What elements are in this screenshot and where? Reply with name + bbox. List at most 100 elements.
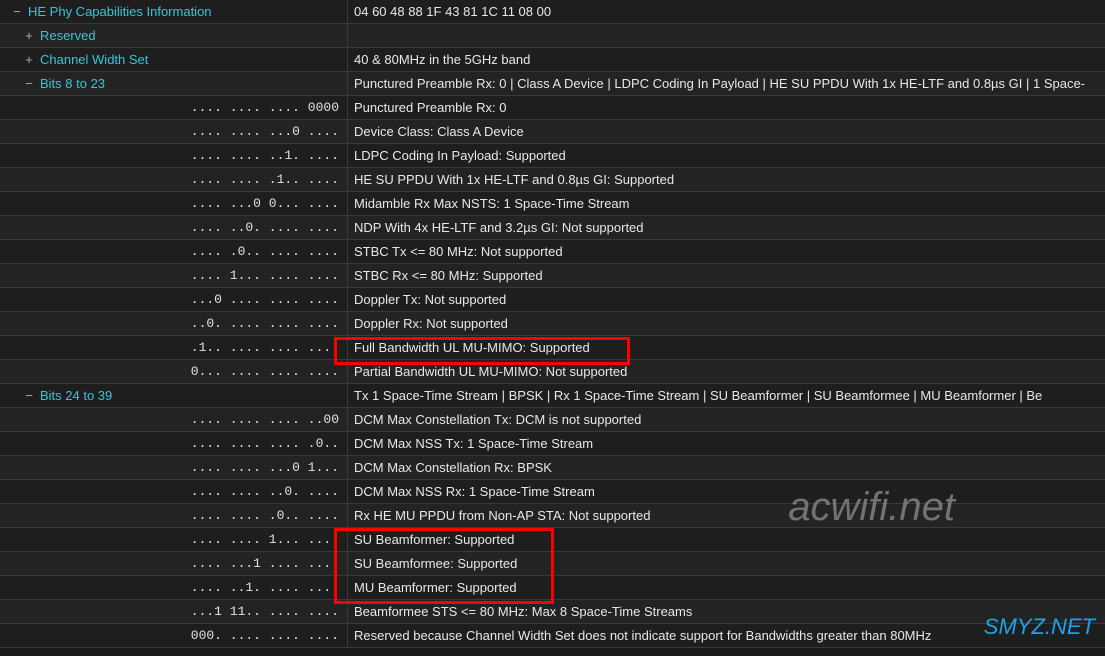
row-left-cell: −HE Phy Capabilities Information xyxy=(0,0,348,23)
bitmask-label: .1.. .... .... .... xyxy=(0,336,347,359)
field-value: Midamble Rx Max NSTS: 1 Space-Time Strea… xyxy=(348,192,1105,215)
field-value: Tx 1 Space-Time Stream | BPSK | Rx 1 Spa… xyxy=(348,384,1105,407)
row-left-cell: .... .... ..1. .... xyxy=(0,144,348,167)
tree-row[interactable]: ..0. .... .... ....Doppler Rx: Not suppo… xyxy=(0,312,1105,336)
bitmask-label: .... ...0 0... .... xyxy=(0,192,347,215)
row-left-cell: .... .... ...0 1... xyxy=(0,456,348,479)
field-value: Doppler Rx: Not supported xyxy=(348,312,1105,335)
bitmask-label: ...0 .... .... .... xyxy=(0,288,347,311)
field-value: DCM Max Constellation Rx: BPSK xyxy=(348,456,1105,479)
row-left-cell: .... .... .0.. .... xyxy=(0,504,348,527)
field-value: HE SU PPDU With 1x HE-LTF and 0.8µs GI: … xyxy=(348,168,1105,191)
row-left-cell: .... ..1. .... .... xyxy=(0,576,348,599)
tree-row[interactable]: .... .... 1... ....SU Beamformer: Suppor… xyxy=(0,528,1105,552)
tree-row[interactable]: ...1 11.. .... ....Beamformee STS <= 80 … xyxy=(0,600,1105,624)
field-value: Rx HE MU PPDU from Non-AP STA: Not suppo… xyxy=(348,504,1105,527)
tree-row[interactable]: .... .... .1.. ....HE SU PPDU With 1x HE… xyxy=(0,168,1105,192)
tree-row[interactable]: +Channel Width Set40 & 80MHz in the 5GHz… xyxy=(0,48,1105,72)
bitmask-label: .... .... .... 0000 xyxy=(0,96,347,119)
collapse-icon[interactable]: − xyxy=(22,384,36,407)
row-left-cell: .... .... .... .0.. xyxy=(0,432,348,455)
bitmask-label: .... ..1. .... .... xyxy=(0,576,347,599)
field-value: Full Bandwidth UL MU-MIMO: Supported xyxy=(348,336,1105,359)
tree-row[interactable]: +Reserved xyxy=(0,24,1105,48)
field-label: Bits 24 to 39 xyxy=(36,384,112,407)
field-value: SU Beamformer: Supported xyxy=(348,528,1105,551)
tree-row[interactable]: .1.. .... .... ....Full Bandwidth UL MU-… xyxy=(0,336,1105,360)
tree-row[interactable]: −HE Phy Capabilities Information04 60 48… xyxy=(0,0,1105,24)
bitmask-label: .... .... 1... .... xyxy=(0,528,347,551)
bitmask-label: ...1 11.. .... .... xyxy=(0,600,347,623)
bitmask-label: .... .... .... .0.. xyxy=(0,432,347,455)
row-left-cell: ..0. .... .... .... xyxy=(0,312,348,335)
watermark-text: acwifi.net xyxy=(788,485,955,530)
field-label: HE Phy Capabilities Information xyxy=(24,0,212,23)
row-left-cell: .... .0.. .... .... xyxy=(0,240,348,263)
bitmask-label: .... .... .0.. .... xyxy=(0,504,347,527)
row-left-cell: .... ...1 .... .... xyxy=(0,552,348,575)
tree-row[interactable]: .... ...0 0... ....Midamble Rx Max NSTS:… xyxy=(0,192,1105,216)
field-value: DCM Max NSS Rx: 1 Space-Time Stream xyxy=(348,480,1105,503)
field-value: STBC Rx <= 80 MHz: Supported xyxy=(348,264,1105,287)
row-left-cell: .... .... ..0. .... xyxy=(0,480,348,503)
field-value: STBC Tx <= 80 MHz: Not supported xyxy=(348,240,1105,263)
bitmask-label: .... .... ...0 1... xyxy=(0,456,347,479)
collapse-icon[interactable]: − xyxy=(10,0,24,23)
tree-row[interactable]: .... .... ...0 1...DCM Max Constellation… xyxy=(0,456,1105,480)
field-value: NDP With 4x HE-LTF and 3.2µs GI: Not sup… xyxy=(348,216,1105,239)
row-left-cell: .... .... .... ..00 xyxy=(0,408,348,431)
tree-row[interactable]: −Bits 24 to 39Tx 1 Space-Time Stream | B… xyxy=(0,384,1105,408)
bitmask-label: .... .... ...0 .... xyxy=(0,120,347,143)
bitmask-label: 0... .... .... .... xyxy=(0,360,347,383)
field-value: 40 & 80MHz in the 5GHz band xyxy=(348,48,1105,71)
row-left-cell: +Channel Width Set xyxy=(0,48,348,71)
tree-row[interactable]: .... ...1 .... ....SU Beamformee: Suppor… xyxy=(0,552,1105,576)
bitmask-label: .... 1... .... .... xyxy=(0,264,347,287)
field-value: Partial Bandwidth UL MU-MIMO: Not suppor… xyxy=(348,360,1105,383)
row-left-cell: .... .... ...0 .... xyxy=(0,120,348,143)
tree-row[interactable]: .... ..0. .... ....NDP With 4x HE-LTF an… xyxy=(0,216,1105,240)
tree-row[interactable]: .... ..1. .... ....MU Beamformer: Suppor… xyxy=(0,576,1105,600)
tree-row[interactable]: 000. .... .... ....Reserved because Chan… xyxy=(0,624,1105,648)
expand-icon[interactable]: + xyxy=(22,24,36,47)
bitmask-label: ..0. .... .... .... xyxy=(0,312,347,335)
bitmask-label: .... .... ..1. .... xyxy=(0,144,347,167)
field-value: SU Beamformee: Supported xyxy=(348,552,1105,575)
bitmask-label: .... .... ..0. .... xyxy=(0,480,347,503)
field-value: MU Beamformer: Supported xyxy=(348,576,1105,599)
row-left-cell: .... 1... .... .... xyxy=(0,264,348,287)
field-label: Bits 8 to 23 xyxy=(36,72,105,95)
field-value: LDPC Coding In Payload: Supported xyxy=(348,144,1105,167)
tree-row[interactable]: .... .... ..1. ....LDPC Coding In Payloa… xyxy=(0,144,1105,168)
bitmask-label: .... ..0. .... .... xyxy=(0,216,347,239)
bitmask-label: .... .... .... ..00 xyxy=(0,408,347,431)
tree-row[interactable]: .... .... .... .0..DCM Max NSS Tx: 1 Spa… xyxy=(0,432,1105,456)
tree-row[interactable]: ...0 .... .... ....Doppler Tx: Not suppo… xyxy=(0,288,1105,312)
tree-row[interactable]: .... .... .... ..00DCM Max Constellation… xyxy=(0,408,1105,432)
row-left-cell: .... ..0. .... .... xyxy=(0,216,348,239)
row-left-cell: 000. .... .... .... xyxy=(0,624,348,647)
tree-row[interactable]: .... .0.. .... ....STBC Tx <= 80 MHz: No… xyxy=(0,240,1105,264)
field-label: Channel Width Set xyxy=(36,48,148,71)
tree-row[interactable]: .... .... .... 0000Punctured Preamble Rx… xyxy=(0,96,1105,120)
bitmask-label: .... ...1 .... .... xyxy=(0,552,347,575)
bitmask-label: .... .0.. .... .... xyxy=(0,240,347,263)
row-left-cell: 0... .... .... .... xyxy=(0,360,348,383)
row-left-cell: ...0 .... .... .... xyxy=(0,288,348,311)
row-left-cell: .... .... .1.. .... xyxy=(0,168,348,191)
row-left-cell: −Bits 24 to 39 xyxy=(0,384,348,407)
tree-row[interactable]: .... .... ...0 ....Device Class: Class A… xyxy=(0,120,1105,144)
row-left-cell: .... .... 1... .... xyxy=(0,528,348,551)
collapse-icon[interactable]: − xyxy=(22,72,36,95)
tree-row[interactable]: −Bits 8 to 23Punctured Preamble Rx: 0 | … xyxy=(0,72,1105,96)
row-left-cell: .... .... .... 0000 xyxy=(0,96,348,119)
tree-row[interactable]: .... 1... .... ....STBC Rx <= 80 MHz: Su… xyxy=(0,264,1105,288)
field-value: Doppler Tx: Not supported xyxy=(348,288,1105,311)
tree-row[interactable]: 0... .... .... ....Partial Bandwidth UL … xyxy=(0,360,1105,384)
field-value: DCM Max NSS Tx: 1 Space-Time Stream xyxy=(348,432,1105,455)
expand-icon[interactable]: + xyxy=(22,48,36,71)
field-value: 04 60 48 88 1F 43 81 1C 11 08 00 xyxy=(348,0,1105,23)
row-left-cell: +Reserved xyxy=(0,24,348,47)
row-left-cell: ...1 11.. .... .... xyxy=(0,600,348,623)
watermark-text: SMYZ.NET xyxy=(984,614,1095,640)
